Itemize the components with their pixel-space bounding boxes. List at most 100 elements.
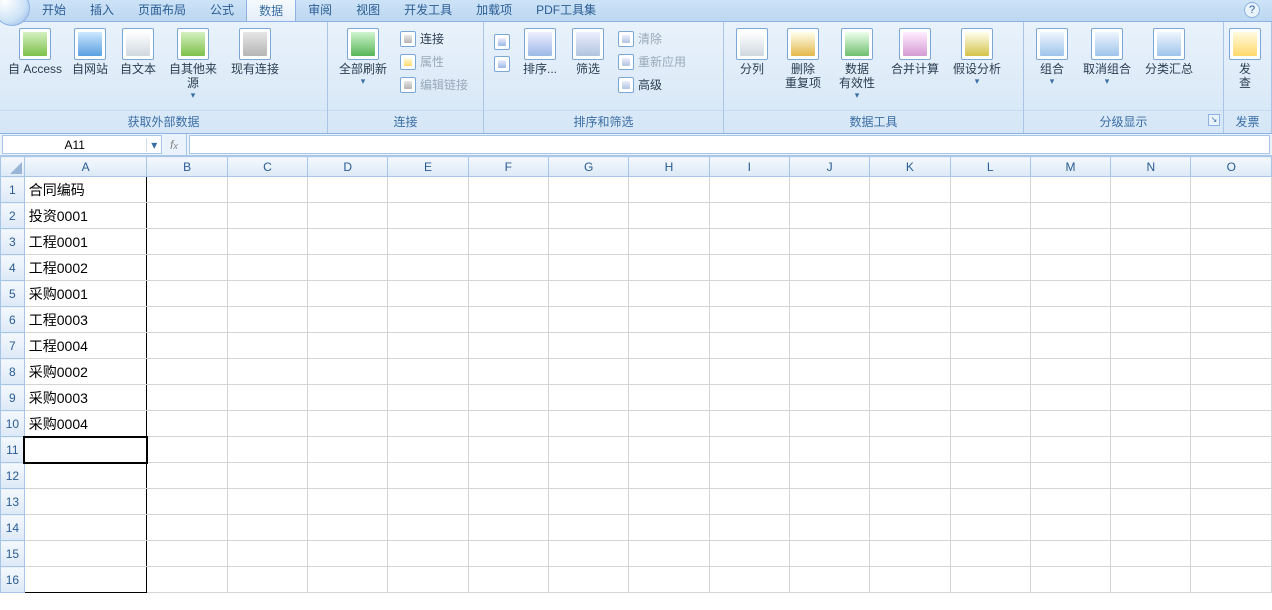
cell-K4[interactable] — [870, 255, 950, 281]
cell-O16[interactable] — [1191, 567, 1272, 593]
cell-J2[interactable] — [789, 203, 869, 229]
cell-N9[interactable] — [1111, 385, 1191, 411]
cell-N14[interactable] — [1111, 515, 1191, 541]
cell-G8[interactable] — [548, 359, 628, 385]
cell-M12[interactable] — [1030, 463, 1110, 489]
row-header-14[interactable]: 14 — [1, 515, 25, 541]
cell-K3[interactable] — [870, 229, 950, 255]
cell-A16[interactable] — [24, 567, 147, 593]
cell-A14[interactable] — [24, 515, 147, 541]
cell-B14[interactable] — [147, 515, 227, 541]
cell-N5[interactable] — [1111, 281, 1191, 307]
cell-M14[interactable] — [1030, 515, 1110, 541]
cell-G14[interactable] — [548, 515, 628, 541]
row-header-3[interactable]: 3 — [1, 229, 25, 255]
cell-J12[interactable] — [789, 463, 869, 489]
column-header-C[interactable]: C — [227, 157, 307, 177]
column-header-G[interactable]: G — [548, 157, 628, 177]
fx-icon[interactable]: fx — [170, 138, 178, 152]
row-header-10[interactable]: 10 — [1, 411, 25, 437]
cell-N16[interactable] — [1111, 567, 1191, 593]
cell-N7[interactable] — [1111, 333, 1191, 359]
cell-G15[interactable] — [548, 541, 628, 567]
cell-A2[interactable]: 投资0001 — [24, 203, 147, 229]
column-header-F[interactable]: F — [468, 157, 548, 177]
cell-G6[interactable] — [548, 307, 628, 333]
cell-O4[interactable] — [1191, 255, 1272, 281]
row-header-9[interactable]: 9 — [1, 385, 25, 411]
cell-C16[interactable] — [227, 567, 307, 593]
cell-M15[interactable] — [1030, 541, 1110, 567]
help-icon[interactable]: ? — [1244, 2, 1260, 18]
cell-D10[interactable] — [308, 411, 388, 437]
cell-B12[interactable] — [147, 463, 227, 489]
cell-M16[interactable] — [1030, 567, 1110, 593]
cell-B3[interactable] — [147, 229, 227, 255]
row-header-15[interactable]: 15 — [1, 541, 25, 567]
cell-J8[interactable] — [789, 359, 869, 385]
column-header-J[interactable]: J — [789, 157, 869, 177]
cell-F7[interactable] — [468, 333, 548, 359]
cell-I5[interactable] — [709, 281, 789, 307]
cell-E8[interactable] — [388, 359, 468, 385]
cell-I2[interactable] — [709, 203, 789, 229]
cell-M9[interactable] — [1030, 385, 1110, 411]
cell-N6[interactable] — [1111, 307, 1191, 333]
cell-B6[interactable] — [147, 307, 227, 333]
row-header-1[interactable]: 1 — [1, 177, 25, 203]
cell-B7[interactable] — [147, 333, 227, 359]
cell-H13[interactable] — [629, 489, 709, 515]
cell-O7[interactable] — [1191, 333, 1272, 359]
cell-N13[interactable] — [1111, 489, 1191, 515]
cell-F2[interactable] — [468, 203, 548, 229]
cell-L6[interactable] — [950, 307, 1030, 333]
cell-O10[interactable] — [1191, 411, 1272, 437]
cell-D1[interactable] — [308, 177, 388, 203]
cell-I10[interactable] — [709, 411, 789, 437]
cell-A1[interactable]: 合同编码 — [24, 177, 147, 203]
row-header-16[interactable]: 16 — [1, 567, 25, 593]
cell-F16[interactable] — [468, 567, 548, 593]
cell-B1[interactable] — [147, 177, 227, 203]
cell-J16[interactable] — [789, 567, 869, 593]
invoice-button[interactable]: 发查 — [1230, 26, 1260, 90]
cell-L1[interactable] — [950, 177, 1030, 203]
name-box[interactable]: ▾ — [2, 135, 162, 154]
cell-D12[interactable] — [308, 463, 388, 489]
column-header-M[interactable]: M — [1030, 157, 1110, 177]
subtotal-button[interactable]: 分类汇总 — [1140, 26, 1198, 76]
cell-B5[interactable] — [147, 281, 227, 307]
cell-M13[interactable] — [1030, 489, 1110, 515]
group-button[interactable]: 组合 — [1030, 26, 1074, 86]
cell-H14[interactable] — [629, 515, 709, 541]
dialog-launcher-icon[interactable]: ↘ — [1208, 114, 1220, 126]
cell-K11[interactable] — [870, 437, 950, 463]
cell-D13[interactable] — [308, 489, 388, 515]
row-header-5[interactable]: 5 — [1, 281, 25, 307]
column-header-K[interactable]: K — [870, 157, 950, 177]
whatif-button[interactable]: 假设分析 — [948, 26, 1006, 86]
cell-K1[interactable] — [870, 177, 950, 203]
cell-J15[interactable] — [789, 541, 869, 567]
consolidate-button[interactable]: 合并计算 — [886, 26, 944, 76]
cell-J13[interactable] — [789, 489, 869, 515]
cell-C9[interactable] — [227, 385, 307, 411]
cell-F13[interactable] — [468, 489, 548, 515]
cell-E4[interactable] — [388, 255, 468, 281]
cell-O3[interactable] — [1191, 229, 1272, 255]
cell-B2[interactable] — [147, 203, 227, 229]
cell-G2[interactable] — [548, 203, 628, 229]
cell-I12[interactable] — [709, 463, 789, 489]
cell-J7[interactable] — [789, 333, 869, 359]
cell-A5[interactable]: 采购0001 — [24, 281, 147, 307]
cell-F6[interactable] — [468, 307, 548, 333]
cell-G7[interactable] — [548, 333, 628, 359]
sort-asc-button[interactable] — [490, 32, 514, 52]
cell-O5[interactable] — [1191, 281, 1272, 307]
cell-F9[interactable] — [468, 385, 548, 411]
cell-M7[interactable] — [1030, 333, 1110, 359]
cell-B10[interactable] — [147, 411, 227, 437]
refresh-all-button[interactable]: 全部刷新 — [334, 26, 392, 86]
cell-O2[interactable] — [1191, 203, 1272, 229]
cell-J11[interactable] — [789, 437, 869, 463]
